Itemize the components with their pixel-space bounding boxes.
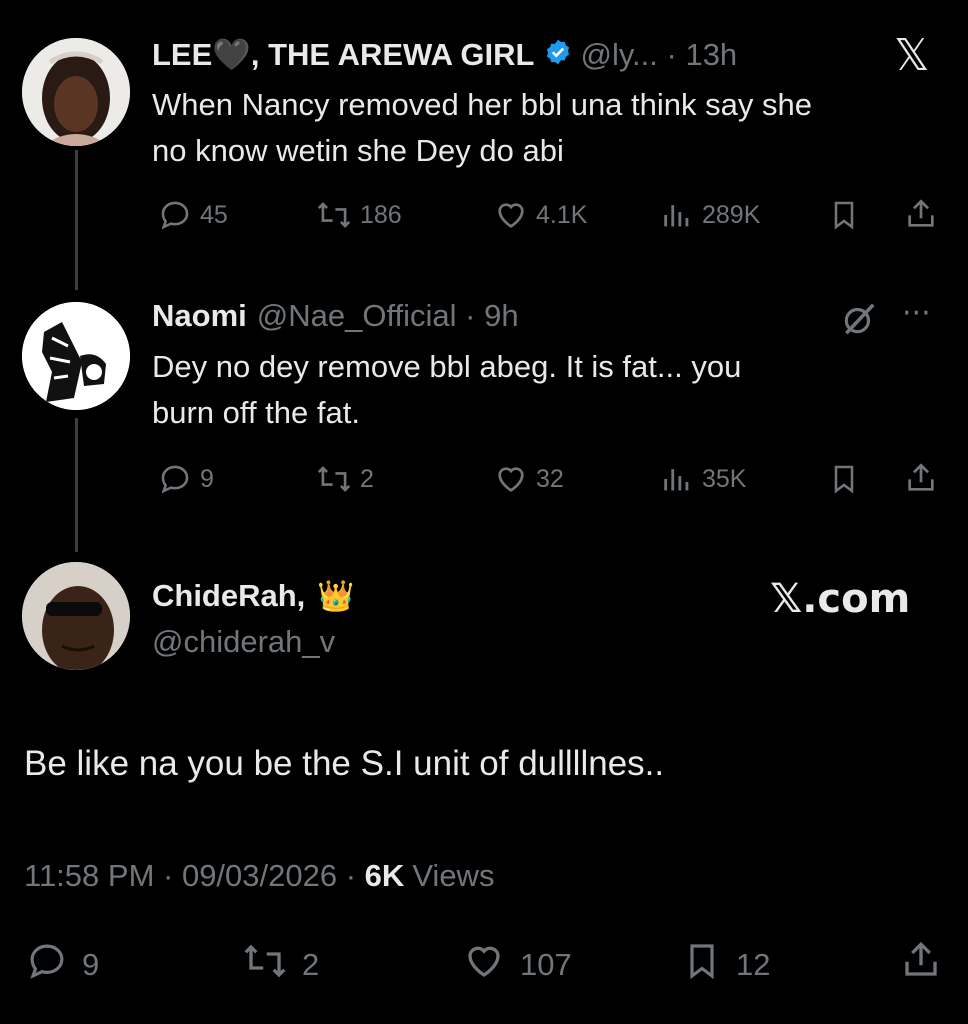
author-name[interactable]: Naomi <box>152 298 247 334</box>
retweet-count: 2 <box>302 947 320 982</box>
reply-icon <box>158 198 192 232</box>
bookmark-count: 12 <box>736 947 771 982</box>
views-count[interactable]: 6K <box>365 858 405 894</box>
views-count: 289K <box>702 200 761 229</box>
bookmark-icon <box>682 940 722 990</box>
retweet-button[interactable]: 2 <box>242 940 319 990</box>
bookmark-icon[interactable] <box>828 198 860 237</box>
reply-button[interactable]: 9 <box>26 940 99 990</box>
retweet-icon <box>316 462 352 496</box>
retweet-button[interactable]: 186 <box>316 198 402 232</box>
dot-separator: · <box>337 858 365 893</box>
tweet-text: Be like na you be the S.I unit of dullll… <box>24 744 665 783</box>
analytics-icon <box>660 198 694 232</box>
x-com-watermark: 𝕏.com <box>770 576 911 622</box>
dot-separator: · <box>657 36 686 72</box>
views-button[interactable]: 35K <box>660 462 746 496</box>
timestamp[interactable]: 13h <box>685 37 737 73</box>
crown-emoji: 👑 <box>317 578 355 614</box>
avatar[interactable] <box>22 562 130 670</box>
like-count: 107 <box>520 947 572 982</box>
bookmark-icon[interactable] <box>828 462 860 501</box>
share-icon[interactable] <box>904 460 938 501</box>
post-date[interactable]: 09/03/2026 <box>182 858 337 894</box>
retweet-icon <box>242 940 288 990</box>
like-button[interactable]: 4.1K <box>494 198 587 232</box>
grok-icon[interactable] <box>840 300 878 343</box>
like-button[interactable]: 107 <box>462 940 572 990</box>
dot-separator: · <box>154 858 182 893</box>
post-time[interactable]: 11:58 PM <box>24 858 154 894</box>
retweet-count: 186 <box>360 200 402 229</box>
reply-button[interactable]: 9 <box>158 462 214 496</box>
reply-icon <box>26 940 68 990</box>
more-options-icon[interactable]: ··· <box>902 296 931 331</box>
analytics-icon <box>660 462 694 496</box>
heart-icon <box>462 940 506 990</box>
author-handle[interactable]: @Nae_Official <box>257 298 457 334</box>
author-handle[interactable]: @ly... <box>580 37 657 73</box>
reply-count: 45 <box>200 200 228 229</box>
reply-button[interactable]: 45 <box>158 198 228 232</box>
reply-icon <box>158 462 192 496</box>
views-label: Views <box>412 858 495 893</box>
dot-separator: · <box>456 298 485 333</box>
reply-count: 9 <box>200 464 214 493</box>
author-name[interactable]: LEE🖤, THE AREWA GIRL <box>152 36 534 73</box>
share-icon[interactable] <box>900 938 942 987</box>
avatar[interactable] <box>22 38 130 146</box>
retweet-count: 2 <box>360 464 374 493</box>
like-count: 4.1K <box>536 200 588 229</box>
bookmark-button[interactable]: 12 <box>682 940 770 990</box>
thread-connector <box>75 418 78 552</box>
author-handle[interactable]: @chiderah_v <box>152 624 335 660</box>
views-count: 35K <box>702 464 747 493</box>
share-icon[interactable] <box>904 196 938 237</box>
avatar[interactable] <box>22 302 130 410</box>
tweet-text: Dey no dey remove bbl abeg. It is fat...… <box>152 349 742 430</box>
verified-badge-icon <box>544 38 572 71</box>
reply-count: 9 <box>82 947 100 982</box>
heart-icon <box>494 198 528 232</box>
like-button[interactable]: 32 <box>494 462 564 496</box>
heart-icon <box>494 462 528 496</box>
tweet-text: When Nancy removed her bbl una think say… <box>152 87 812 168</box>
timestamp[interactable]: 9h <box>484 298 518 334</box>
x-logo-icon[interactable]: 𝕏 <box>894 30 929 81</box>
like-count: 32 <box>536 464 564 493</box>
thread-connector <box>75 150 78 290</box>
author-name[interactable]: ChideRah, <box>152 578 305 614</box>
views-button[interactable]: 289K <box>660 198 760 232</box>
retweet-icon <box>316 198 352 232</box>
retweet-button[interactable]: 2 <box>316 462 374 496</box>
